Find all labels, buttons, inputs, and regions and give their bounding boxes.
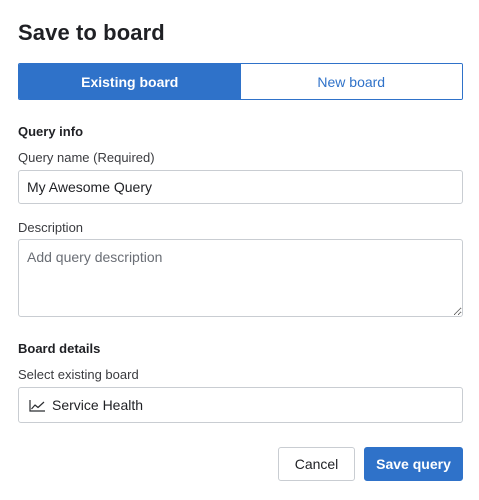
description-textarea[interactable] — [18, 239, 463, 317]
save-query-button[interactable]: Save query — [364, 447, 463, 481]
existing-board-select[interactable]: Service Health — [18, 387, 463, 423]
query-name-input[interactable] — [18, 170, 463, 204]
description-label: Description — [18, 220, 84, 235]
save-to-board-dialog: Save to board Existing board New board Q… — [0, 0, 479, 500]
line-chart-icon — [29, 399, 46, 412]
cancel-button[interactable]: Cancel — [278, 447, 355, 481]
tab-existing-board[interactable]: Existing board — [19, 64, 241, 99]
query-info-heading: Query info — [18, 124, 84, 139]
board-details-heading: Board details — [18, 341, 101, 356]
dialog-title: Save to board — [18, 20, 165, 45]
query-name-label: Query name (Required) — [18, 150, 155, 165]
select-board-label: Select existing board — [18, 367, 139, 382]
board-mode-toggle: Existing board New board — [18, 63, 463, 100]
selected-board-name: Service Health — [52, 397, 144, 413]
tab-new-board[interactable]: New board — [240, 64, 462, 99]
